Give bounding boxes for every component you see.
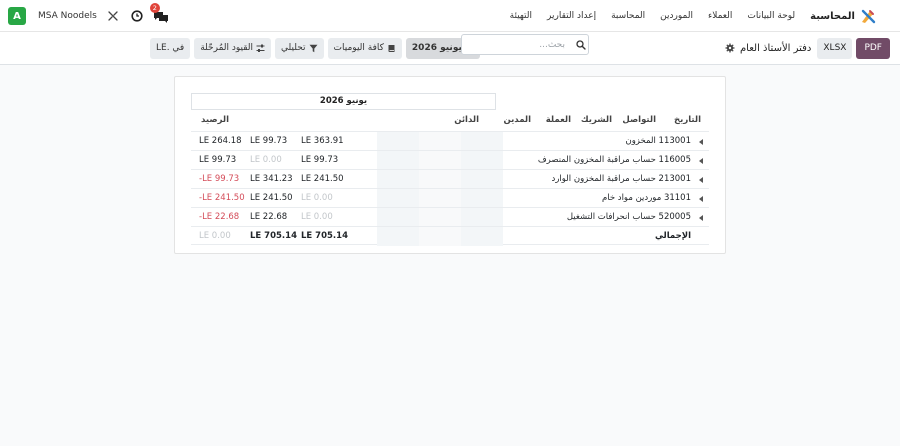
row-credit: LE 0.00 (250, 155, 282, 165)
row-debit: LE 0.00 (301, 193, 333, 203)
account-row[interactable]: LE 99.73 LE 0.00 LE 99.73 116005 حساب مر… (191, 150, 709, 170)
app-name: المحاسبة (810, 10, 855, 22)
menu-reporting[interactable]: إعداد التقارير (547, 11, 596, 21)
account-name[interactable]: 113001 المخزون (625, 132, 691, 151)
total-credit: LE 705.14 (250, 231, 297, 241)
main-menu: المحاسبة لوحة البيانات العملاء الموردين … (510, 0, 876, 32)
caret-left-icon[interactable] (699, 215, 703, 221)
col-communication: التواصل (622, 115, 656, 125)
journals-filter[interactable]: كافة اليوميات (327, 37, 402, 59)
col-date: التاريخ (674, 115, 701, 125)
row-debit: LE 0.00 (301, 212, 333, 222)
row-credit: LE 341.23 (250, 174, 293, 184)
account-row[interactable]: -LE 241.50 LE 241.50 LE 0.00 31101 موردي… (191, 188, 709, 208)
menu-vendors[interactable]: الموردين (660, 11, 693, 21)
journals-filter-label: كافة اليوميات (333, 43, 384, 53)
caret-left-icon[interactable] (699, 139, 703, 145)
analytic-filter-label: تحليلي (281, 43, 306, 53)
row-credit: LE 241.50 (250, 193, 293, 203)
analytic-filter[interactable]: تحليلي (275, 37, 324, 59)
accounting-logo-icon (861, 9, 876, 24)
row-balance: -LE 241.50 (199, 193, 245, 203)
search-input[interactable] (462, 35, 570, 54)
account-name[interactable]: 116005 حساب مراقبة المخزون المنصرف (538, 151, 691, 170)
row-credit: LE 99.73 (250, 136, 288, 146)
systray: A MSA Noodels 2 (8, 0, 169, 32)
menu-accounting[interactable]: المحاسبة (611, 11, 645, 21)
currency-filter-label: في .LE (156, 43, 185, 53)
general-ledger-report: يونيو 2026 التاريخ التواصل الشريك العملة… (174, 76, 726, 254)
funnel-icon (309, 44, 318, 53)
gear-icon[interactable] (724, 42, 736, 54)
messages-badge: 2 (149, 3, 160, 13)
row-debit: LE 241.50 (301, 174, 344, 184)
company-switcher[interactable]: MSA Noodels (38, 11, 97, 21)
chat-icon[interactable]: 2 (149, 3, 169, 24)
account-name[interactable]: 520005 حساب انحرافات التشغيل (567, 208, 691, 227)
account-row[interactable]: LE 264.18 LE 99.73 LE 363.91 113001 المخ… (191, 131, 709, 151)
col-balance: الرصيد (201, 115, 229, 125)
menu-dashboard[interactable]: لوحة البيانات (747, 11, 795, 21)
col-partner: الشريك (580, 115, 612, 125)
account-name[interactable]: 31101 موردين مواد خام (602, 189, 691, 208)
search-box (461, 34, 589, 55)
xlsx-button[interactable]: XLSX (817, 37, 853, 59)
caret-left-icon[interactable] (699, 158, 703, 164)
page-title: دفتر الأستاذ العام (739, 42, 812, 54)
row-credit: LE 22.68 (250, 212, 288, 222)
menu-customers[interactable]: العملاء (708, 11, 732, 21)
account-row[interactable]: -LE 22.68 LE 22.68 LE 0.00 520005 حساب ا… (191, 207, 709, 227)
col-currency: العملة (545, 115, 571, 125)
total-balance: LE 0.00 (199, 231, 231, 241)
col-credit: الدائن (454, 115, 479, 125)
row-debit: LE 363.91 (301, 136, 344, 146)
row-balance: LE 264.18 (199, 136, 242, 146)
report-actions: PDF XLSX دفتر الأستاذ العام (724, 37, 890, 59)
row-balance: LE 99.73 (199, 155, 237, 165)
report-filters: في .LE القيود المُرحّلة تحليلي كافة اليو… (150, 37, 480, 59)
col-debit: المدين (503, 115, 531, 125)
account-row[interactable]: -LE 99.73 LE 341.23 LE 241.50 213001 حسا… (191, 169, 709, 189)
posted-entries-filter[interactable]: القيود المُرحّلة (194, 37, 272, 59)
avatar[interactable]: A (8, 7, 26, 25)
row-balance: -LE 99.73 (199, 174, 240, 184)
app-brand[interactable]: المحاسبة (810, 8, 876, 24)
pdf-button[interactable]: PDF (856, 37, 890, 59)
row-debit: LE 99.73 (301, 155, 339, 165)
caret-left-icon[interactable] (699, 196, 703, 202)
currency-filter[interactable]: في .LE (150, 37, 191, 59)
caret-left-icon[interactable] (699, 177, 703, 183)
row-balance: -LE 22.68 (199, 212, 240, 222)
control-panel: PDF XLSX دفتر الأستاذ العام في .LE القيو… (0, 32, 900, 65)
total-debit: LE 705.14 (301, 231, 348, 241)
tools-icon[interactable] (105, 8, 121, 24)
period-header: يونيو 2026 (191, 93, 496, 110)
column-headers: التاريخ التواصل الشريك العملة المدين الد… (191, 112, 709, 132)
book-icon (387, 44, 396, 53)
total-label: الإجمالي (654, 231, 691, 241)
period-filter-label: يونيو 2026 (411, 43, 462, 53)
total-row: LE 0.00 LE 705.14 LE 705.14 الإجمالي (191, 226, 709, 246)
sliders-icon (256, 44, 265, 53)
posted-filter-label: القيود المُرحّلة (200, 43, 254, 53)
top-navbar: المحاسبة لوحة البيانات العملاء الموردين … (0, 0, 900, 32)
search-icon[interactable] (574, 38, 588, 52)
clock-icon[interactable] (129, 8, 145, 24)
account-name[interactable]: 213001 حساب مراقبة المخزون الوارد (552, 170, 691, 189)
menu-configuration[interactable]: التهيئة (510, 11, 532, 21)
